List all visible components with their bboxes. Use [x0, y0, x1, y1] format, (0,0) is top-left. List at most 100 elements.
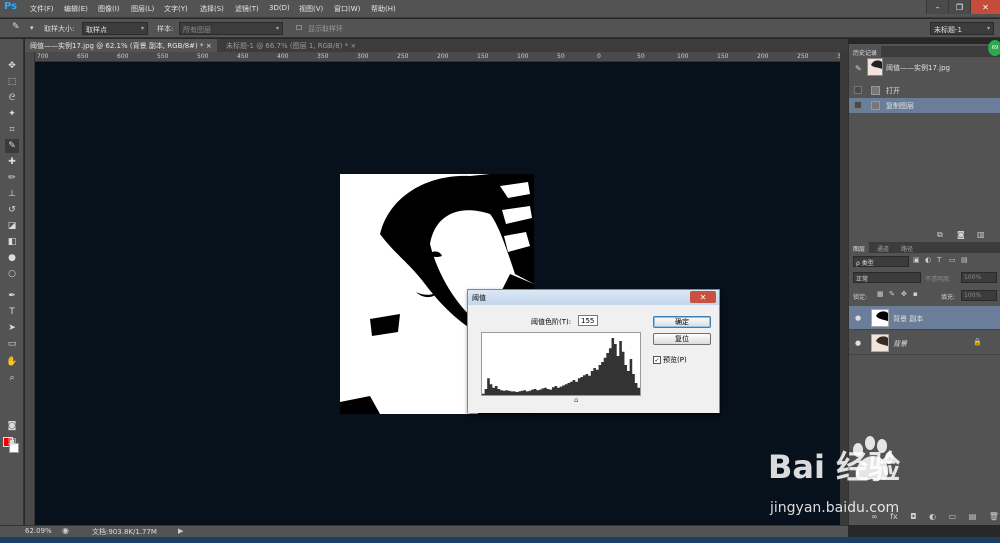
history-brush-source-icon[interactable]: ✎ — [855, 64, 862, 73]
visibility-eye-icon[interactable]: ● — [855, 314, 861, 322]
document-info: 文档:903.8K/1.77M — [92, 528, 157, 536]
menu-view[interactable]: 视图(V) — [299, 4, 323, 14]
opacity-input[interactable]: 100% — [961, 272, 997, 283]
dialog-title: 阈值 — [472, 294, 486, 302]
layer-filter-select[interactable]: ρ 类型 — [853, 256, 909, 267]
blend-mode-select[interactable]: 正常 — [853, 272, 921, 283]
filter-smart-icon[interactable]: ▤ — [961, 256, 968, 264]
history-state-box[interactable] — [854, 86, 862, 94]
lock-label: 锁定: — [853, 294, 868, 301]
screen-mode-icon[interactable]: ▣ — [5, 435, 19, 449]
menu-layer[interactable]: 图层(L) — [131, 4, 154, 14]
brush-tool-icon[interactable]: ✏ — [5, 171, 19, 185]
layer-row[interactable]: ● 背景 🔒 — [849, 331, 1000, 355]
history-item[interactable]: 复制图层 — [849, 98, 1000, 113]
eraser-tool-icon[interactable]: ◪ — [5, 219, 19, 233]
shape-tool-icon[interactable]: ▭ — [5, 337, 19, 351]
menu-file[interactable]: 文件(F) — [30, 4, 54, 14]
close-icon[interactable]: × — [206, 42, 212, 50]
horizontal-ruler: 700 650 600 550 500 450 400 350 300 250 200 150 100 5… — [35, 52, 840, 62]
layer-name[interactable]: 背景 副本 — [893, 314, 923, 324]
eyedropper-tool-icon[interactable]: ✎ — [5, 139, 19, 153]
filter-shape-icon[interactable]: ▭ — [949, 256, 956, 264]
history-state-box[interactable] — [854, 101, 862, 109]
ok-button[interactable]: 确定 — [653, 316, 711, 328]
visibility-eye-icon[interactable]: ● — [855, 339, 861, 347]
crop-tool-icon[interactable]: ⌗ — [5, 123, 19, 137]
menu-select[interactable]: 选择(S) — [200, 4, 224, 14]
filter-type-icon[interactable]: T — [937, 256, 941, 264]
filter-pixel-icon[interactable]: ▣ — [913, 256, 920, 264]
minimize-button[interactable]: – — [926, 0, 948, 14]
gradient-tool-icon[interactable]: ◧ — [5, 235, 19, 249]
trash-icon[interactable]: ▥ — [977, 230, 985, 239]
tab-paths[interactable]: 路径 — [897, 242, 917, 253]
layer-name[interactable]: 背景 — [893, 339, 907, 349]
pen-tool-icon[interactable]: ✒ — [5, 289, 19, 303]
zoom-level[interactable]: 62.09% — [25, 527, 52, 535]
sample-select[interactable]: 所有图层 ▾ — [179, 22, 283, 35]
menu-help[interactable]: 帮助(H) — [371, 4, 396, 14]
sample-label: 样本: — [157, 25, 174, 33]
quick-select-tool-icon[interactable]: ✦ — [5, 107, 19, 121]
type-tool-icon[interactable]: T — [5, 305, 19, 319]
filter-adjust-icon[interactable]: ◐ — [925, 256, 931, 264]
notification-badge[interactable]: 69 — [988, 40, 1000, 56]
hand-tool-icon[interactable]: ✋ — [5, 355, 19, 369]
menu-filter[interactable]: 滤镜(T) — [235, 4, 259, 14]
snapshot-thumbnail[interactable] — [867, 58, 883, 76]
healing-brush-icon[interactable]: ✚ — [5, 155, 19, 169]
new-document-from-state-icon[interactable]: ⧉ — [937, 230, 943, 240]
tab-history[interactable]: 历史记录 — [849, 46, 882, 57]
zoom-tool-icon[interactable]: ⌕ — [5, 371, 19, 385]
marquee-tool-icon[interactable]: ⬚ — [5, 75, 19, 89]
show-ring-checkbox[interactable]: ☐ — [296, 24, 302, 32]
preview-checkbox[interactable]: ✓ — [653, 356, 661, 364]
menu-edit[interactable]: 编辑(E) — [64, 4, 88, 14]
threshold-slider-handle[interactable]: ⌂ — [574, 396, 578, 404]
menu-3d[interactable]: 3D(D) — [269, 4, 290, 12]
fill-input[interactable]: 100% — [961, 290, 997, 301]
status-menu-arrow-icon[interactable]: ▶ — [178, 527, 183, 535]
tool-preset-chevron-icon[interactable]: ▾ — [30, 24, 34, 32]
status-info-icon[interactable]: ◉ — [62, 526, 69, 535]
menu-image[interactable]: 图像(I) — [98, 4, 120, 14]
reset-button[interactable]: 复位 — [653, 333, 711, 345]
tab-layers[interactable]: 图层 — [849, 242, 870, 253]
path-select-icon[interactable]: ➤ — [5, 321, 19, 335]
lock-position-icon[interactable]: ✥ — [901, 290, 907, 298]
dodge-tool-icon[interactable]: ○ — [5, 267, 19, 281]
blur-tool-icon[interactable]: ● — [5, 251, 19, 265]
tab-threshold-doc[interactable]: 阈值——实例17.jpg @ 62.1% (背景 副本, RGB/8#) * × — [25, 39, 217, 52]
tab-untitled-doc[interactable]: 未标题-1 @ 66.7% (图层 1, RGB/8) * × — [221, 39, 361, 52]
baidu-jingyan-watermark: Bai 经验 jingyan.baidu.com — [748, 432, 993, 528]
close-icon[interactable]: × — [350, 42, 356, 50]
ruler-tick-label: 700 — [37, 53, 49, 60]
menu-type[interactable]: 文字(Y) — [164, 4, 188, 14]
close-window-button[interactable]: ✕ — [970, 0, 1000, 14]
camera-icon[interactable]: ◙ — [957, 230, 965, 239]
status-bar: 62.09% ◉ 文档:903.8K/1.77M ▶ — [0, 525, 848, 537]
workspace-select[interactable]: 未标题-1 ▾ — [930, 22, 994, 35]
document-icon — [871, 101, 880, 110]
eyedropper-tool-icon[interactable]: ✎ — [12, 22, 20, 32]
dialog-close-button[interactable]: ✕ — [690, 291, 716, 303]
dialog-titlebar[interactable]: 阈值 ✕ — [468, 290, 719, 305]
lock-transparency-icon[interactable]: ▦ — [877, 290, 884, 298]
preview-checkbox-row[interactable]: ✓ 预览(P) — [653, 355, 687, 365]
clone-stamp-icon[interactable]: ⊥ — [5, 187, 19, 201]
sample-size-select[interactable]: 取样点 ▾ — [82, 22, 148, 35]
lock-all-icon[interactable]: ▪ — [913, 290, 918, 298]
history-item[interactable]: 打开 — [849, 83, 1000, 98]
move-tool-icon[interactable]: ✥ — [5, 59, 19, 73]
threshold-level-input[interactable]: 155 — [578, 315, 598, 326]
layer-row[interactable]: ● 背景 副本 — [849, 306, 1000, 330]
quick-mask-icon[interactable]: ◙ — [5, 419, 19, 433]
lock-pixels-icon[interactable]: ✎ — [889, 290, 895, 298]
tab-channels[interactable]: 通道 — [873, 242, 893, 253]
restore-button[interactable]: ❐ — [948, 0, 970, 14]
history-brush-icon[interactable]: ↺ — [5, 203, 19, 217]
menu-window[interactable]: 窗口(W) — [334, 4, 360, 14]
lasso-tool-icon[interactable]: ᘓ — [5, 91, 19, 105]
filter-label: ρ 类型 — [856, 260, 874, 267]
